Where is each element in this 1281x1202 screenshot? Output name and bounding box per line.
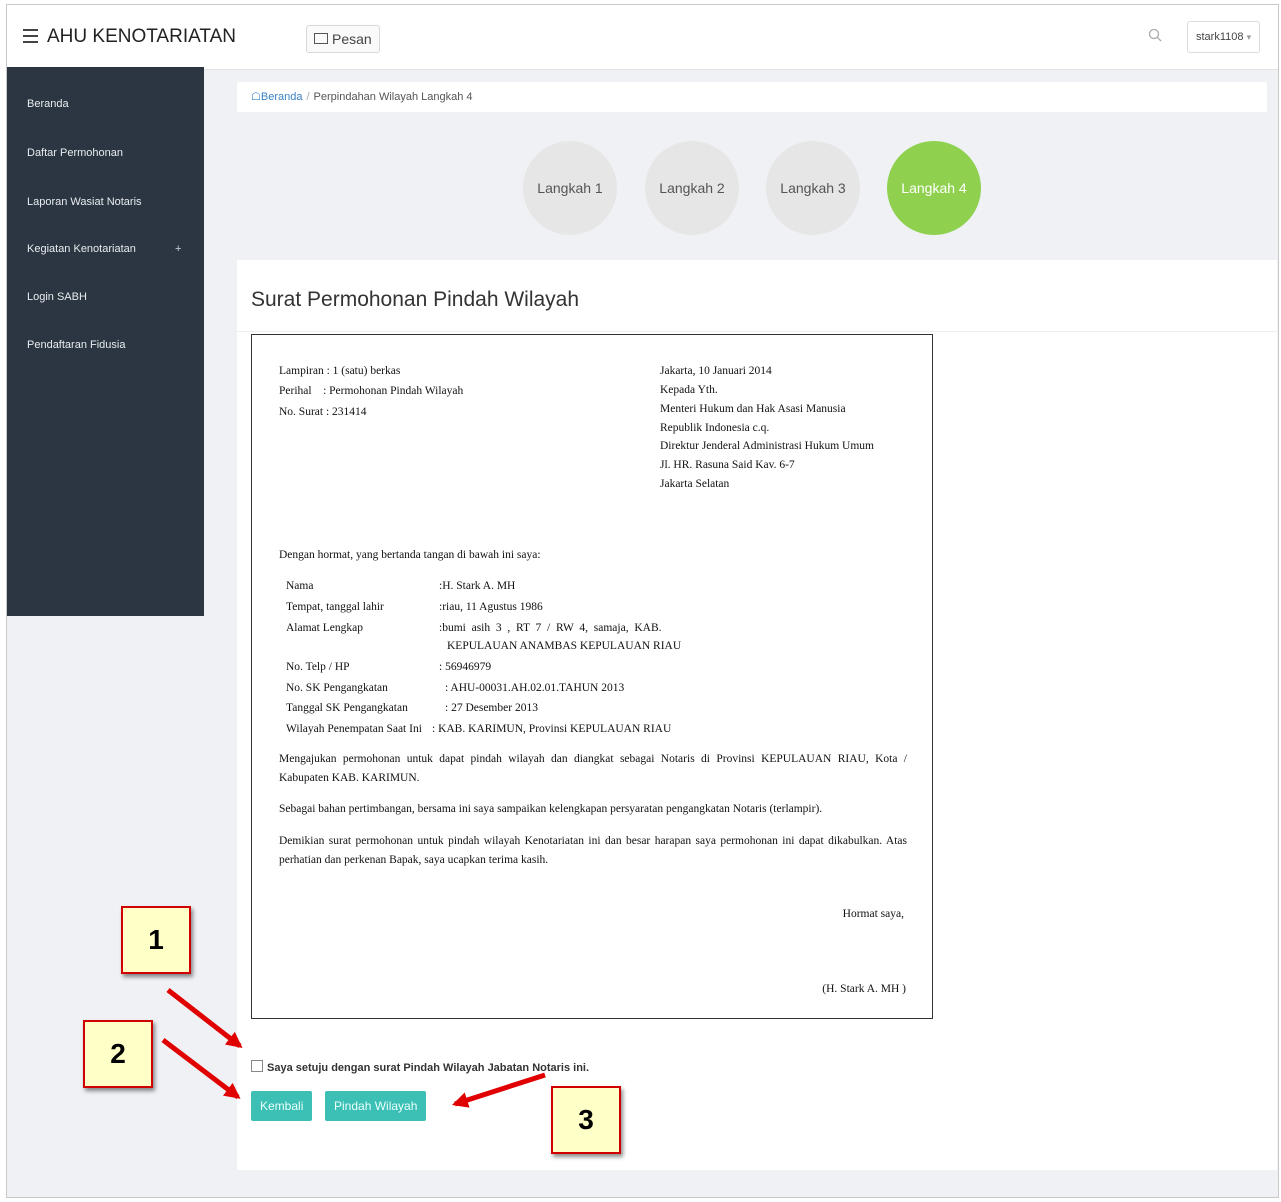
arrow-2 xyxy=(161,1038,241,1099)
callout-1: 1 xyxy=(121,906,191,974)
arrow-3 xyxy=(451,1072,546,1108)
arrow-1 xyxy=(166,988,243,1048)
callout-3: 3 xyxy=(551,1086,621,1154)
annotation-arrows xyxy=(161,988,546,1108)
callout-2: 2 xyxy=(83,1020,153,1088)
